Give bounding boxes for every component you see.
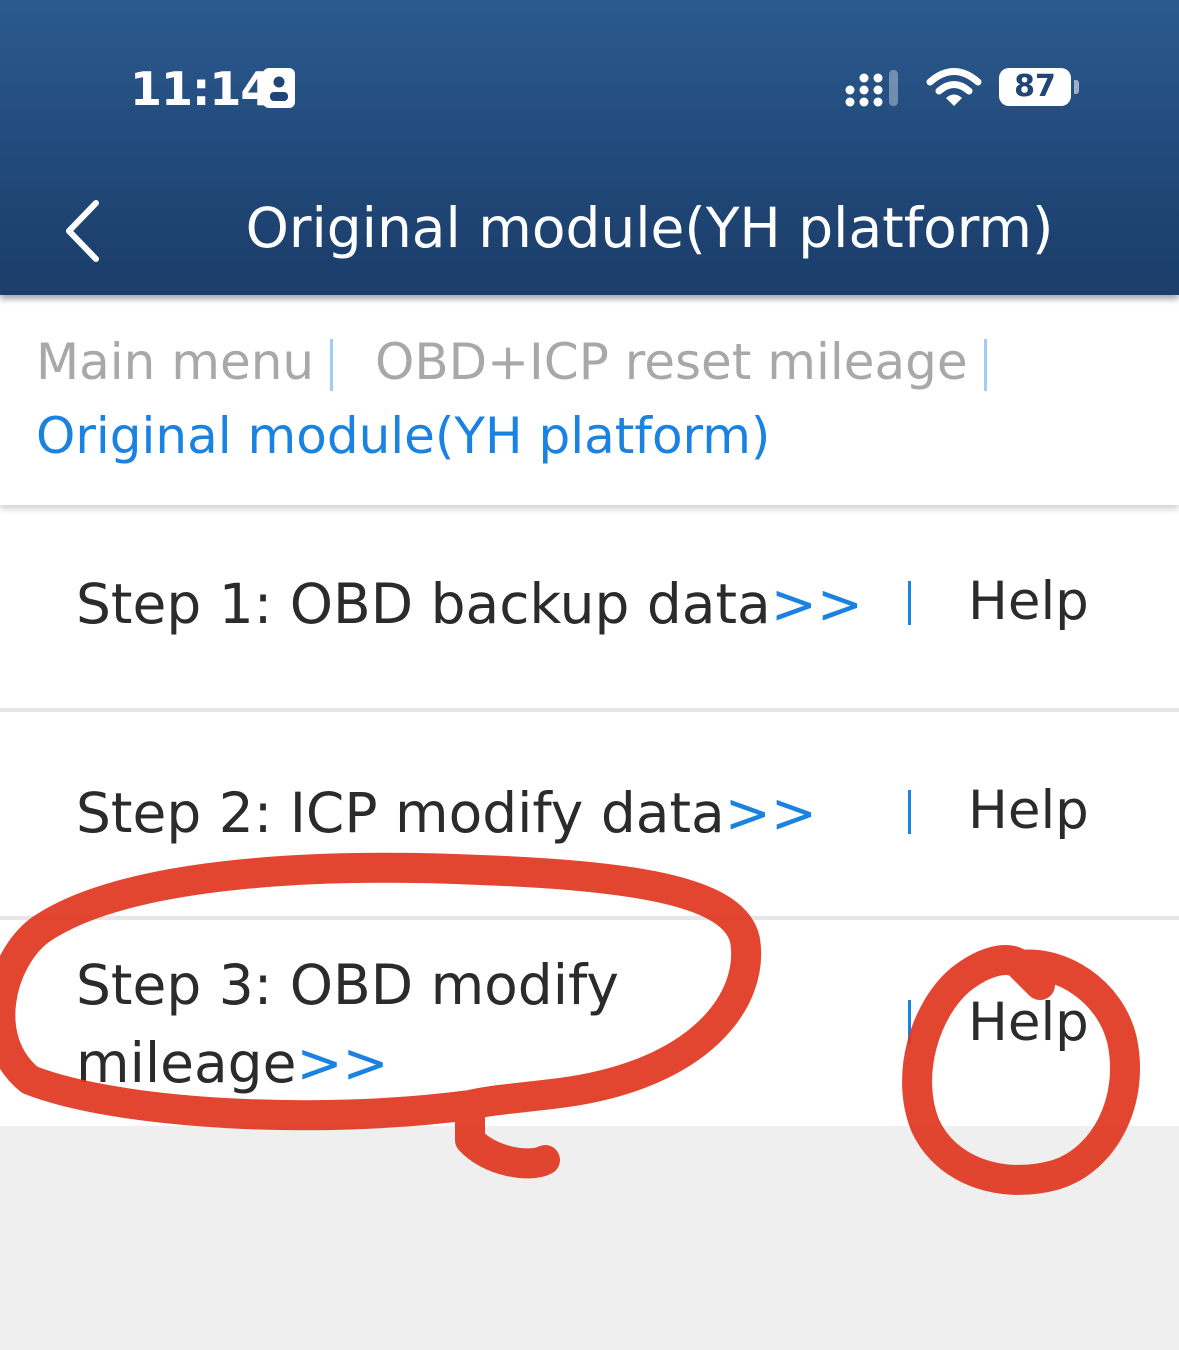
status-time: 11:14 [130,62,272,116]
breadcrumb-current: Original module(YH platform) [36,407,771,465]
step-1-arrows: >> [770,572,863,636]
step-2-row: Step 2: ICP modify data>> Help [0,712,1179,916]
step-2-link[interactable]: Step 2: ICP modify data>> [76,774,817,852]
help-separator [908,790,911,834]
help-separator [908,581,911,625]
battery-tip [1074,80,1079,94]
step-1-link[interactable]: Step 1: OBD backup data>> [76,565,863,643]
page-title: Original module(YH platform) [245,196,1054,260]
signal-icon [845,70,898,107]
step-2-label: Step 2: ICP modify data [76,781,725,845]
wifi-icon [926,68,982,106]
breadcrumb: Main menu OBD+ICP reset mileage Original… [0,295,1179,505]
breadcrumb-obd-icp-reset[interactable]: OBD+ICP reset mileage [375,333,968,391]
step-1-label: Step 1: OBD backup data [76,572,771,636]
step-3-help-link[interactable]: Help [968,992,1089,1053]
breadcrumb-main-menu[interactable]: Main menu [36,333,314,391]
battery-level: 87 [999,68,1071,106]
step-2-arrows: >> [724,781,817,845]
chevron-left-icon[interactable] [60,198,104,264]
breadcrumb-separator [984,339,987,391]
step-3-label-line1: Step 3: OBD modify [76,953,619,1017]
step-3-row: Step 3: OBD modify mileage>> Help [0,920,1179,1126]
step-3-arrows: >> [296,1031,389,1095]
step-3-label-line2: mileage [76,1031,297,1095]
app-header: 11:14 87 Original module(YH platform) [0,0,1179,295]
step-3-link[interactable]: Step 3: OBD modify mileage>> [76,946,619,1102]
step-1-help-link[interactable]: Help [968,571,1089,632]
help-separator [908,1000,911,1044]
step-2-help-link[interactable]: Help [968,780,1089,841]
step-1-row: Step 1: OBD backup data>> Help [0,505,1179,708]
breadcrumb-separator [330,339,333,391]
id-card-icon [263,68,295,108]
